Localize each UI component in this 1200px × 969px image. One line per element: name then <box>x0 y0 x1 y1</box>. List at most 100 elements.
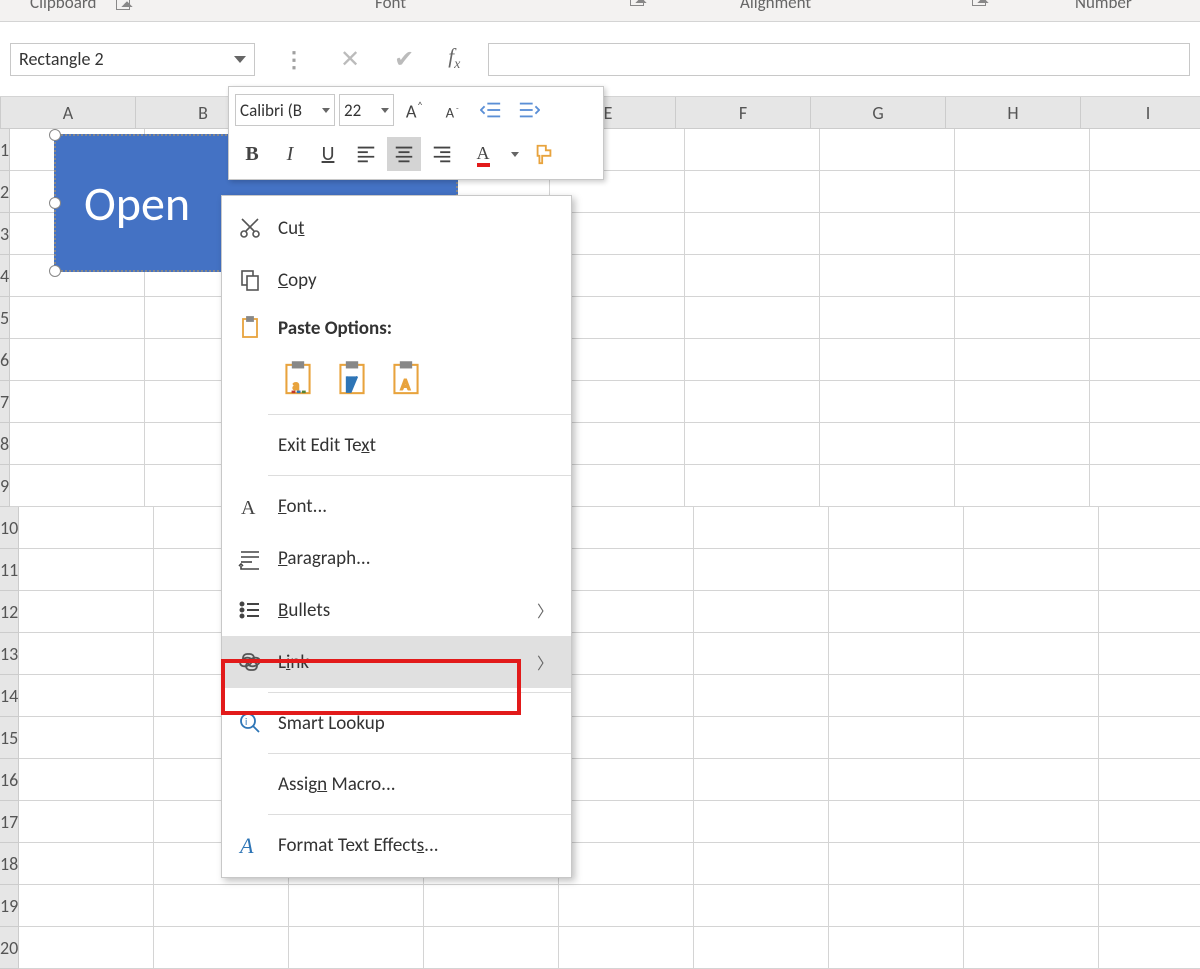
column-header[interactable]: A <box>1 97 136 128</box>
cell[interactable] <box>829 885 964 927</box>
font-color-dropdown[interactable] <box>507 137 523 171</box>
row-header[interactable]: 19 <box>0 885 19 927</box>
cell[interactable] <box>1099 759 1200 801</box>
cell[interactable] <box>820 213 955 255</box>
cell[interactable] <box>964 927 1099 969</box>
cell[interactable] <box>694 885 829 927</box>
cell[interactable] <box>829 759 964 801</box>
cell[interactable] <box>1099 843 1200 885</box>
align-center-button[interactable] <box>387 137 421 171</box>
row-header[interactable]: 5 <box>0 297 10 339</box>
cell[interactable] <box>19 633 154 675</box>
cell[interactable] <box>964 801 1099 843</box>
cell[interactable] <box>559 549 694 591</box>
column-header[interactable]: F <box>676 97 811 128</box>
cell[interactable] <box>19 801 154 843</box>
cell[interactable] <box>829 927 964 969</box>
column-header[interactable]: H <box>946 97 1081 128</box>
cell[interactable] <box>964 675 1099 717</box>
cell[interactable] <box>964 507 1099 549</box>
cell[interactable] <box>829 549 964 591</box>
cell[interactable] <box>19 759 154 801</box>
cell[interactable] <box>19 507 154 549</box>
cell[interactable] <box>820 297 955 339</box>
cell[interactable] <box>820 171 955 213</box>
menu-format-text-effects[interactable]: A Format Text Effects... <box>222 819 571 871</box>
row-header[interactable]: 13 <box>0 633 19 675</box>
cell[interactable] <box>19 927 154 969</box>
menu-paragraph[interactable]: Paragraph... <box>222 532 571 584</box>
font-size-dropdown[interactable]: 22 <box>339 94 394 126</box>
cell[interactable] <box>955 171 1090 213</box>
cell[interactable] <box>820 465 955 507</box>
cell[interactable] <box>1090 213 1200 255</box>
cell[interactable] <box>559 507 694 549</box>
cell[interactable] <box>1099 801 1200 843</box>
paste-text-only-button[interactable]: A <box>386 358 426 400</box>
cell[interactable] <box>694 549 829 591</box>
cell[interactable] <box>955 129 1090 171</box>
cell[interactable] <box>820 423 955 465</box>
cell[interactable] <box>1099 885 1200 927</box>
row-header[interactable]: 20 <box>0 927 19 969</box>
cell[interactable] <box>685 339 820 381</box>
select-all-button[interactable] <box>0 97 1 128</box>
underline-button[interactable]: U <box>311 137 345 171</box>
cell[interactable] <box>955 297 1090 339</box>
increase-indent-button[interactable] <box>512 93 546 127</box>
cell[interactable] <box>694 507 829 549</box>
font-color-button[interactable]: A <box>463 137 503 171</box>
cell[interactable] <box>1099 675 1200 717</box>
column-header[interactable]: I <box>1081 97 1200 128</box>
cell[interactable] <box>829 843 964 885</box>
cell[interactable] <box>10 297 145 339</box>
row-header[interactable]: 14 <box>0 675 19 717</box>
formula-input[interactable] <box>488 43 1190 76</box>
align-right-button[interactable] <box>425 137 459 171</box>
cell[interactable] <box>694 717 829 759</box>
row-header[interactable]: 7 <box>0 381 10 423</box>
paste-keep-source-button[interactable]: a <box>278 358 318 400</box>
row-header[interactable]: 2 <box>0 171 10 213</box>
cell[interactable] <box>820 255 955 297</box>
italic-button[interactable]: I <box>273 137 307 171</box>
cell[interactable] <box>1090 339 1200 381</box>
cell[interactable] <box>19 549 154 591</box>
cell[interactable] <box>829 591 964 633</box>
cell[interactable] <box>19 843 154 885</box>
cell[interactable] <box>685 129 820 171</box>
align-left-button[interactable] <box>349 137 383 171</box>
cell[interactable] <box>955 213 1090 255</box>
row-header[interactable]: 17 <box>0 801 19 843</box>
format-painter-button[interactable] <box>527 137 561 171</box>
increase-font-size-button[interactable]: A^ <box>398 93 432 127</box>
chevron-down-icon[interactable] <box>234 56 246 63</box>
row-header[interactable]: 11 <box>0 549 19 591</box>
cell[interactable] <box>1099 927 1200 969</box>
cell[interactable] <box>829 675 964 717</box>
bold-button[interactable]: B <box>235 137 269 171</box>
cell[interactable] <box>694 801 829 843</box>
cancel-icon[interactable]: ✕ <box>340 45 360 74</box>
cell[interactable] <box>289 885 424 927</box>
cell[interactable] <box>424 885 559 927</box>
row-header[interactable]: 12 <box>0 591 19 633</box>
cell[interactable] <box>955 465 1090 507</box>
column-header[interactable]: G <box>811 97 946 128</box>
menu-cut[interactable]: Cut <box>222 202 571 254</box>
cell[interactable] <box>1099 591 1200 633</box>
cell[interactable] <box>19 675 154 717</box>
row-header[interactable]: 15 <box>0 717 19 759</box>
decrease-font-size-button[interactable]: Aˇ <box>436 93 470 127</box>
cell[interactable] <box>559 675 694 717</box>
cell[interactable] <box>964 717 1099 759</box>
cell[interactable] <box>829 801 964 843</box>
cell[interactable] <box>559 633 694 675</box>
dialog-launcher-icon[interactable] <box>972 0 986 6</box>
cell[interactable] <box>694 843 829 885</box>
paste-merge-formatting-button[interactable] <box>332 358 372 400</box>
dialog-launcher-icon[interactable] <box>116 0 130 10</box>
cell[interactable] <box>559 885 694 927</box>
cell[interactable] <box>685 297 820 339</box>
decrease-indent-button[interactable] <box>474 93 508 127</box>
